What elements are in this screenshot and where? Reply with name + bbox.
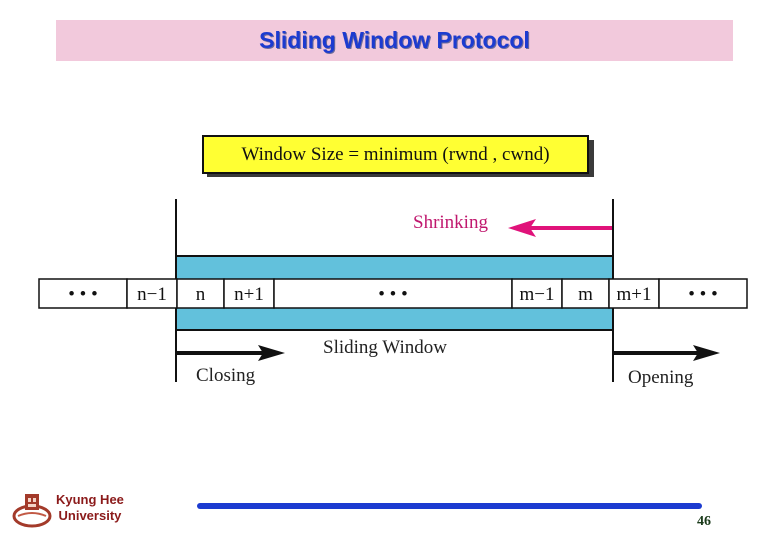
university-crest-icon	[12, 494, 52, 528]
frame-cell-label: n+1	[234, 284, 264, 305]
university-name: Kyung Hee University	[56, 492, 124, 524]
frame-cell-label: • • •	[378, 284, 407, 305]
frame-cell-label: m−1	[520, 284, 555, 305]
frame-cell-label: m	[578, 284, 593, 305]
frame-cell-label: m+1	[617, 284, 652, 305]
page-number: 46	[697, 514, 711, 529]
sliding-window-diagram: • • • n−1 n n+1 • • • m−1 m m+1 • • • Shrinking …	[38, 199, 748, 388]
university-name-line2: University	[58, 508, 122, 523]
footer-divider	[197, 503, 702, 509]
opening-label: Opening	[628, 367, 694, 388]
frame-cells: • • • n−1 n n+1 • • • m−1 m m+1 • • •	[38, 278, 748, 309]
university-name-line1: Kyung Hee	[56, 492, 124, 507]
frame-cell-label: n	[196, 284, 206, 305]
frame-cell-label: n−1	[137, 284, 167, 305]
sliding-window-label: Sliding Window	[323, 337, 447, 358]
closing-label: Closing	[196, 365, 256, 386]
frame-cell-label: • • •	[688, 284, 717, 305]
shrinking-label: Shrinking	[413, 212, 488, 233]
frame-cell-label: • • •	[68, 284, 97, 305]
